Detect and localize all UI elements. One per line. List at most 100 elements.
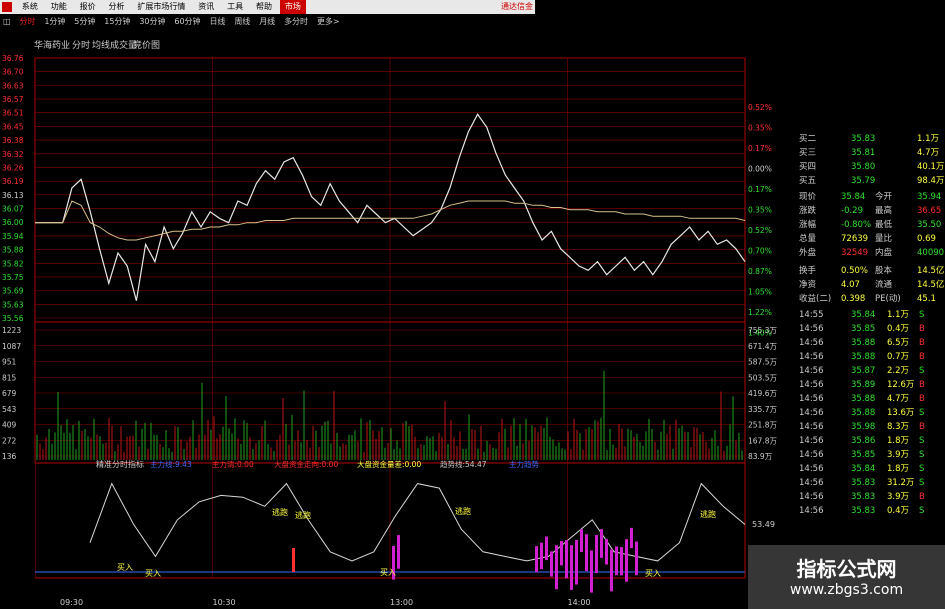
tick-time: 14:56 xyxy=(799,352,824,362)
magenta-bar xyxy=(540,542,543,570)
period-30min[interactable]: 30分钟 xyxy=(136,15,168,29)
period-month[interactable]: 月线 xyxy=(256,15,278,29)
period-15min[interactable]: 15分钟 xyxy=(101,15,133,29)
watermark: 指标公式网 www.zbgs3.com xyxy=(748,545,945,609)
tick-time: 14:56 xyxy=(799,408,824,418)
magenta-bar xyxy=(585,534,588,572)
stat-value: 0.69 xyxy=(917,234,936,244)
tick-side: B xyxy=(919,352,925,362)
price-tick-label: 36.45 xyxy=(2,122,24,131)
time-tick-label: 13:00 xyxy=(390,598,413,607)
stat-value: 4.07 xyxy=(841,280,860,290)
tick-row: 14:56 35.85 0.4万 B xyxy=(795,322,945,336)
period-60min[interactable]: 60分钟 xyxy=(171,15,203,29)
stat-label: 今开 xyxy=(875,192,893,202)
stat-label: 外盘 xyxy=(799,248,817,258)
toolbar-icon[interactable]: ◫ xyxy=(0,15,14,29)
period-toolbar: ◫ 分时 1分钟 5分钟 15分钟 30分钟 60分钟 日线 周线 月线 多分时… xyxy=(0,15,535,29)
tick-side: S xyxy=(919,408,925,418)
stat-row: 总量 72639 量比 0.69 xyxy=(795,232,945,246)
tick-side: B xyxy=(919,422,925,432)
stat-value: 0.398 xyxy=(841,294,866,304)
percent-tick-label: 0.17% xyxy=(748,144,772,153)
tick-price: 35.84 xyxy=(851,310,876,320)
book-price: 35.79 xyxy=(851,176,876,186)
stat-label: 最低 xyxy=(875,220,893,230)
period-multi-intraday[interactable]: 多分时 xyxy=(281,15,311,29)
percent-tick-label: 1.05% xyxy=(748,288,772,297)
book-label: 买四 xyxy=(799,162,817,172)
time-axis: 09:30 10:30 13:00 14:00 xyxy=(60,598,591,607)
stat-label: PE(动) xyxy=(875,294,901,304)
percent-tick-label: 0.00% xyxy=(748,165,772,174)
stat-value: 40090 xyxy=(917,248,945,258)
time-tick-label: 14:00 xyxy=(568,598,591,607)
magenta-bar xyxy=(560,540,563,566)
period-1min[interactable]: 1分钟 xyxy=(41,15,68,29)
tick-volume: 4.7万 xyxy=(887,394,910,404)
period-week[interactable]: 周线 xyxy=(231,15,253,29)
menu-item-tools[interactable]: 工具 xyxy=(222,0,248,14)
signal-annotation: 买入 xyxy=(117,563,133,572)
tick-row: 14:56 35.83 31.2万 S xyxy=(795,476,945,490)
signal-annotation: 逃跑 xyxy=(700,509,716,519)
order-book-row: 买三 35.81 4.7万 xyxy=(795,146,945,160)
tick-side: S xyxy=(919,478,925,488)
price-tick-label: 36.76 xyxy=(2,54,24,63)
magenta-bar xyxy=(595,535,598,574)
indicator-value: 主力线:9.43 xyxy=(150,459,192,469)
indicator-title: 精准分时指标 xyxy=(96,459,144,469)
price-tick-label: 36.63 xyxy=(2,81,24,90)
tick-price: 35.83 xyxy=(851,478,876,488)
stat-label: 量比 xyxy=(875,234,893,244)
menu-item-analysis[interactable]: 分析 xyxy=(104,0,130,14)
tick-time: 14:56 xyxy=(799,380,824,390)
menu-item-help[interactable]: 帮助 xyxy=(251,0,277,14)
menu-item-system[interactable]: 系统 xyxy=(17,0,43,14)
price-tick-label: 35.69 xyxy=(2,287,24,296)
book-label: 买二 xyxy=(799,134,817,144)
tick-time: 14:56 xyxy=(799,338,824,348)
tick-time: 14:56 xyxy=(799,422,824,432)
volume-tick-label-right: 251.8万 xyxy=(748,421,777,430)
indicator-left-gutter xyxy=(0,463,35,578)
watermark-url: www.zbgs3.com xyxy=(789,582,904,598)
menu-item-news[interactable]: 资讯 xyxy=(193,0,219,14)
tick-time: 14:56 xyxy=(799,506,824,516)
volume-tick-label-right: 83.9万 xyxy=(748,452,773,461)
period-5min[interactable]: 5分钟 xyxy=(71,15,98,29)
period-more[interactable]: 更多> xyxy=(314,15,343,29)
tick-time: 14:55 xyxy=(799,310,824,320)
menu-item-extended-market[interactable]: 扩展市场行情 xyxy=(132,0,190,14)
tick-time: 14:56 xyxy=(799,450,824,460)
tick-volume: 31.2万 xyxy=(887,478,915,488)
magenta-bar xyxy=(630,527,633,549)
percent-tick-label: 1.22% xyxy=(748,308,772,317)
chart-header-avg: 均线 xyxy=(92,39,110,51)
tick-price: 35.85 xyxy=(851,450,876,460)
stat-label: 现价 xyxy=(799,192,817,202)
stat-row: 收益(二) 0.398 PE(动) 45.1 xyxy=(795,292,945,306)
tick-volume: 0.7万 xyxy=(887,352,910,362)
menu-item-quote[interactable]: 报价 xyxy=(75,0,101,14)
stat-value: 0.50% xyxy=(841,266,869,276)
tick-row: 14:56 35.88 0.7万 B xyxy=(795,350,945,364)
intraday-chart[interactable]: 36.76 36.70 36.63 36.57 36.51 36.45 36.38 36.32… xyxy=(0,30,795,609)
tick-price: 35.88 xyxy=(851,394,876,404)
indicator-values: 主力线:9.43 主力清:0.00 大盘资金走向:0.00 大盘资金量差:0.00 趋势… xyxy=(150,459,539,469)
price-axis-left: 36.76 36.70 36.63 36.57 36.51 36.45 36.38 36.32… xyxy=(2,54,24,323)
tick-row: 14:56 35.85 3.9万 S xyxy=(795,448,945,462)
tick-side: S xyxy=(919,464,925,474)
menu-item-market[interactable]: 市场 xyxy=(279,0,306,14)
volume-tick-label-right: 335.7万 xyxy=(748,405,777,414)
volume-tick-label-right: 671.4万 xyxy=(748,342,777,351)
period-day[interactable]: 日线 xyxy=(206,15,228,29)
tick-price: 35.88 xyxy=(851,408,876,418)
stat-row: 换手 0.50% 股本 14.5亿 xyxy=(795,264,945,278)
period-intraday[interactable]: 分时 xyxy=(16,15,38,29)
tick-row: 14:56 35.83 3.9万 B xyxy=(795,490,945,504)
stat-value: 36.65 xyxy=(917,206,942,216)
tick-price: 35.87 xyxy=(851,366,876,376)
menu-item-function[interactable]: 功能 xyxy=(46,0,72,14)
volume-tick-label-right: 503.5万 xyxy=(748,373,777,382)
